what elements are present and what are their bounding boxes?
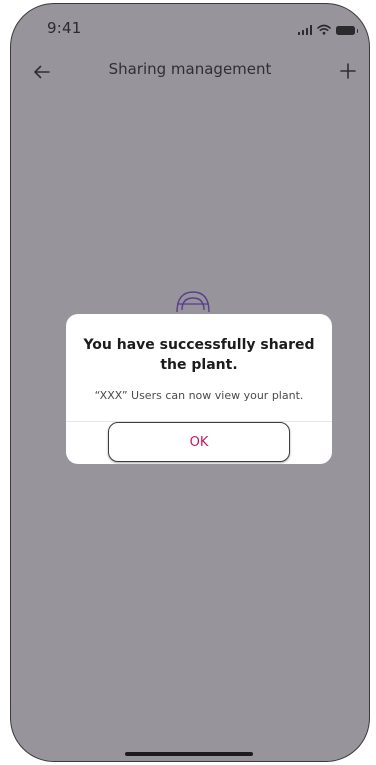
phone-screen: 9:41 Sharing management You have success… <box>10 3 370 762</box>
home-indicator[interactable] <box>125 752 253 756</box>
status-icons <box>297 23 358 35</box>
navigation-bar: Sharing management <box>11 54 369 90</box>
dialog-message: “XXX” Users can now view your plant. <box>94 389 304 402</box>
status-time: 9:41 <box>47 19 82 37</box>
add-icon[interactable] <box>337 60 359 82</box>
battery-icon <box>336 26 358 35</box>
wifi-icon <box>317 24 331 35</box>
cellular-signal-icon <box>297 25 312 35</box>
ok-button[interactable]: OK <box>108 422 290 462</box>
page-title: Sharing management <box>108 60 272 78</box>
success-dialog: You have successfully shared the plant. … <box>66 314 332 464</box>
dialog-title: You have successfully shared the plant. <box>83 337 315 373</box>
status-bar: 9:41 <box>11 4 369 48</box>
